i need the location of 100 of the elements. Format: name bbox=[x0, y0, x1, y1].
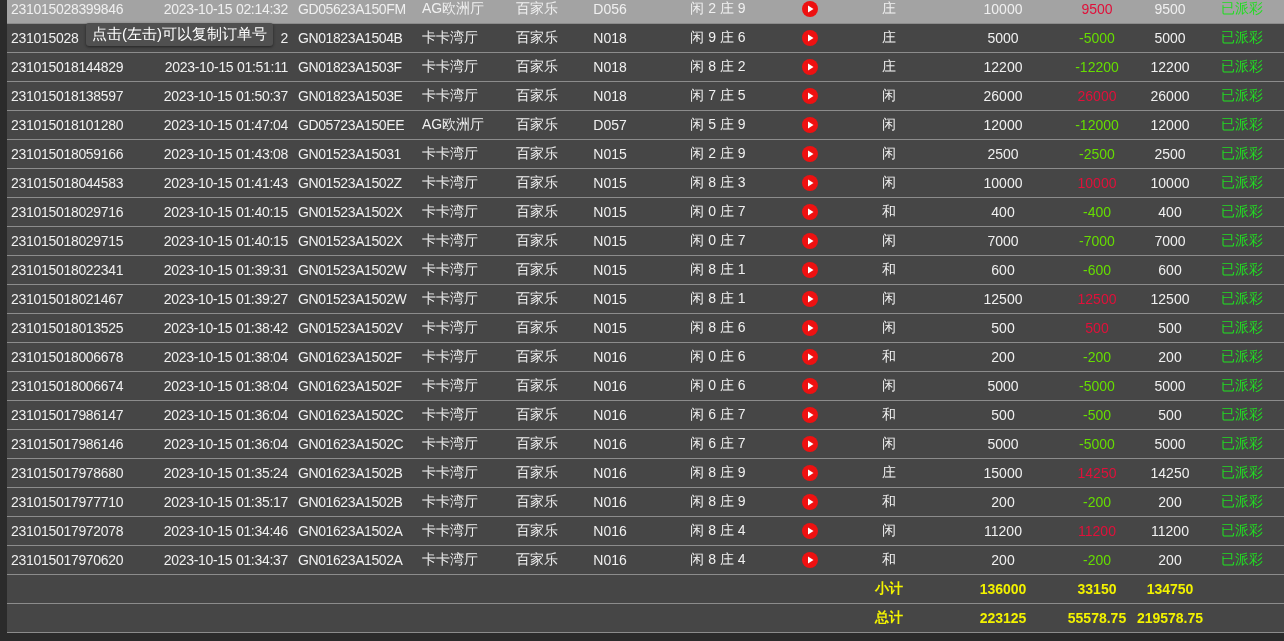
table-cell: 12200 bbox=[1150, 59, 1190, 75]
order-number[interactable]: 231015017986147 bbox=[7, 407, 146, 423]
play-icon[interactable] bbox=[802, 465, 818, 481]
order-number[interactable]: 231015018101280 bbox=[7, 117, 146, 133]
table-cell: 庄 bbox=[882, 58, 896, 76]
play-icon[interactable] bbox=[802, 233, 818, 249]
play-icon[interactable] bbox=[802, 59, 818, 75]
table-row[interactable]: 231015018059166 2023-10-15 01:43:08 GN01523A15031 卡卡湾厅 百家乐 N015 闲 2 庄 9 闲 2500 -2500 2500 已派彩 bbox=[7, 140, 1284, 169]
table-cell: 闲 0 庄 6 bbox=[690, 377, 746, 395]
order-number[interactable]: 231015018006678 bbox=[7, 349, 146, 365]
play-icon[interactable] bbox=[802, 262, 818, 278]
table-row[interactable]: 231015017970620 2023-10-15 01:34:37 GN01623A1502A 卡卡湾厅 百家乐 N016 闲 8 庄 4 和 200 -200 200 已派彩 bbox=[7, 546, 1284, 575]
play-icon[interactable] bbox=[802, 523, 818, 539]
table-cell: 和 bbox=[882, 348, 896, 366]
order-number[interactable]: 231015018006674 bbox=[7, 378, 146, 394]
order-number[interactable]: 231015018021467 bbox=[7, 291, 146, 307]
table-cell: 200 bbox=[991, 552, 1015, 568]
play-icon[interactable] bbox=[802, 378, 818, 394]
table-cell: N016 bbox=[593, 349, 627, 365]
table-cell-text: GN01623A1502F bbox=[297, 349, 403, 365]
table-cell: 2023-10-15 01:38:42 bbox=[163, 320, 288, 336]
order-number[interactable]: 231015018029716 bbox=[7, 204, 146, 220]
table-cell-text: GN01623A1502B bbox=[297, 494, 404, 510]
table-cell: N015 bbox=[593, 291, 627, 307]
table-row[interactable]: 231015018022341 2023-10-15 01:39:31 GN01523A1502W 卡卡湾厅 百家乐 N015 闲 8 庄 1 和 600 -600 600 已派彩 bbox=[7, 256, 1284, 285]
play-icon[interactable] bbox=[802, 494, 818, 510]
play-icon[interactable] bbox=[802, 436, 818, 452]
table-cell: 2023-10-15 01:39:27 bbox=[163, 291, 288, 307]
table-cell: 5000 bbox=[987, 30, 1019, 46]
table-row[interactable]: 231015018144829 2023-10-15 01:51:11 GN01823A1503F 卡卡湾厅 百家乐 N018 闲 8 庄 2 庄 12200 -12200 12200 已派彩 bbox=[7, 53, 1284, 82]
order-number[interactable]: 231015018144829 bbox=[7, 59, 146, 75]
table-cell: -200 bbox=[1083, 494, 1111, 510]
table-cell: 500 bbox=[991, 320, 1015, 336]
play-icon[interactable] bbox=[802, 117, 818, 133]
table-row[interactable]: 231015018006674 2023-10-15 01:38:04 GN01623A1502F 卡卡湾厅 百家乐 N016 闲 0 庄 6 闲 5000 -5000 5000 已派彩 bbox=[7, 372, 1284, 401]
table-cell: N016 bbox=[593, 436, 627, 452]
order-number[interactable]: 231015018059166 bbox=[7, 146, 146, 162]
table-cell: 5000 bbox=[987, 378, 1019, 394]
order-number[interactable]: 231015018044583 bbox=[7, 175, 146, 191]
table-cell: N016 bbox=[593, 552, 627, 568]
table-cell: -400 bbox=[1083, 204, 1111, 220]
table-cell: 12000 bbox=[1150, 117, 1190, 133]
table-row[interactable]: 231015018101280 2023-10-15 01:47:04 GD05723A150EE AG欧洲厅 百家乐 D057 闲 5 庄 9 闲 12000 -12000 12000 已派彩 bbox=[7, 111, 1284, 140]
table-cell: 闲 8 庄 9 bbox=[690, 493, 746, 511]
table-row[interactable]: 231015017978680 2023-10-15 01:35:24 GN01623A1502B 卡卡湾厅 百家乐 N016 闲 8 庄 9 庄 15000 14250 14250 已派彩 bbox=[7, 459, 1284, 488]
table-cell: 2023-10-15 01:34:37 bbox=[163, 552, 288, 568]
table-cell: 百家乐 bbox=[516, 29, 558, 47]
play-icon[interactable] bbox=[802, 175, 818, 191]
table-row[interactable]: 231015017977710 2023-10-15 01:35:17 GN01623A1502B 卡卡湾厅 百家乐 N016 闲 8 庄 9 和 200 -200 200 已派彩 bbox=[7, 488, 1284, 517]
table-row[interactable]: 231015018006678 2023-10-15 01:38:04 GN01623A1502F 卡卡湾厅 百家乐 N016 闲 0 庄 6 和 200 -200 200 已派彩 bbox=[7, 343, 1284, 372]
table-row[interactable]: 231015017986147 2023-10-15 01:36:04 GN01623A1502C 卡卡湾厅 百家乐 N016 闲 6 庄 7 和 500 -500 500 已派彩 bbox=[7, 401, 1284, 430]
table-cell: -500 bbox=[1083, 407, 1111, 423]
table-cell: 5000 bbox=[1154, 378, 1186, 394]
table-cell: 百家乐 bbox=[516, 87, 558, 105]
table-row[interactable]: 231015017972078 2023-10-15 01:34:46 GN01623A1502A 卡卡湾厅 百家乐 N016 闲 8 庄 4 闲 11200 11200 11200 已派彩 bbox=[7, 517, 1284, 546]
order-number[interactable]: 231015018022341 bbox=[7, 262, 146, 278]
table-cell: 10000 bbox=[983, 1, 1023, 17]
table-cell: 百家乐 bbox=[516, 406, 558, 424]
order-number[interactable]: 231015017986146 bbox=[7, 436, 146, 452]
play-icon[interactable] bbox=[802, 30, 818, 46]
table-cell: 闲 bbox=[882, 435, 896, 453]
order-number[interactable]: 231015018029715 bbox=[7, 233, 146, 249]
order-number[interactable]: 231015017978680 bbox=[7, 465, 146, 481]
table-row[interactable]: 231015018029716 2023-10-15 01:40:15 GN01523A1502X 卡卡湾厅 百家乐 N015 闲 0 庄 7 和 400 -400 400 已派彩 bbox=[7, 198, 1284, 227]
table-cell-text: 卡卡湾厅 bbox=[422, 551, 479, 569]
table-cell: -5000 bbox=[1079, 30, 1115, 46]
table-cell: 闲 9 庄 6 bbox=[690, 29, 746, 47]
play-icon[interactable] bbox=[802, 291, 818, 307]
table-cell-text: GN01623A1502F bbox=[297, 378, 403, 394]
table-cell: 9500 bbox=[1154, 1, 1186, 17]
order-number[interactable]: 231015018013525 bbox=[7, 320, 146, 336]
table-row[interactable]: 231015018013525 2023-10-15 01:38:42 GN01523A1502V 卡卡湾厅 百家乐 N015 闲 8 庄 6 闲 500 500 500 已派彩 bbox=[7, 314, 1284, 343]
status-label: 已派彩 bbox=[1220, 203, 1263, 221]
play-icon[interactable] bbox=[802, 349, 818, 365]
play-icon[interactable] bbox=[802, 552, 818, 568]
order-number[interactable]: 231015017970620 bbox=[7, 552, 146, 568]
table-cell: 闲 0 庄 7 bbox=[690, 232, 746, 250]
table-cell: 2023-10-15 01:50:37 bbox=[163, 88, 288, 104]
order-number[interactable]: 231015018138597 bbox=[7, 88, 146, 104]
table-cell: N016 bbox=[593, 494, 627, 510]
status-label: 已派彩 bbox=[1220, 0, 1263, 18]
table-row[interactable]: 231015018138597 2023-10-15 01:50:37 GN01823A1503E 卡卡湾厅 百家乐 N018 闲 7 庄 5 闲 26000 26000 26000 已派彩 bbox=[7, 82, 1284, 111]
table-row[interactable]: 231015018021467 2023-10-15 01:39:27 GN01523A1502W 卡卡湾厅 百家乐 N015 闲 8 庄 1 闲 12500 12500 12500 已派彩 bbox=[7, 285, 1284, 314]
play-icon[interactable] bbox=[802, 88, 818, 104]
status-label: 已派彩 bbox=[1220, 232, 1263, 250]
table-cell: 百家乐 bbox=[516, 319, 558, 337]
play-icon[interactable] bbox=[802, 1, 818, 17]
table-cell: 2023-10-15 01:34:46 bbox=[163, 523, 288, 539]
play-icon[interactable] bbox=[802, 204, 818, 220]
play-icon[interactable] bbox=[802, 320, 818, 336]
table-cell: 11200 bbox=[1078, 523, 1116, 539]
play-icon[interactable] bbox=[802, 407, 818, 423]
table-cell-text: GN01623A1502C bbox=[297, 407, 405, 423]
table-row[interactable]: 231015018029715 2023-10-15 01:40:15 GN01523A1502X 卡卡湾厅 百家乐 N015 闲 0 庄 7 闲 7000 -7000 7000 已派彩 bbox=[7, 227, 1284, 256]
order-number[interactable]: 231015017977710 bbox=[7, 494, 146, 510]
play-icon[interactable] bbox=[802, 146, 818, 162]
table-row[interactable]: 231015018044583 2023-10-15 01:41:43 GN01523A1502Z 卡卡湾厅 百家乐 N015 闲 8 庄 3 闲 10000 10000 10000 已派彩 bbox=[7, 169, 1284, 198]
tooltip: 点击(左击)可以复制订单号 bbox=[86, 23, 273, 46]
table-row[interactable]: 231015017986146 2023-10-15 01:36:04 GN01623A1502C 卡卡湾厅 百家乐 N016 闲 6 庄 7 闲 5000 -5000 5000 已派彩 bbox=[7, 430, 1284, 459]
order-number[interactable]: 231015017972078 bbox=[7, 523, 146, 539]
